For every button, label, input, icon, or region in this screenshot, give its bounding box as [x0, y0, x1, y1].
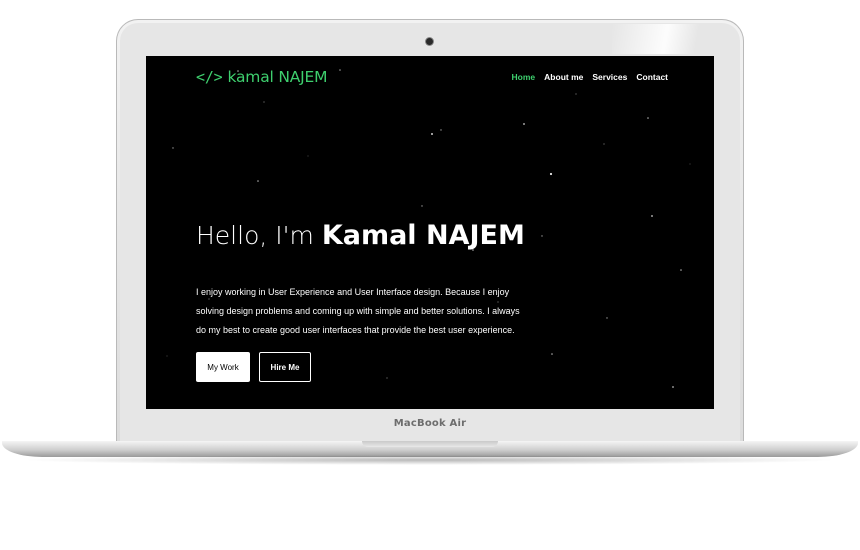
nav-item-contact[interactable]: Contact: [636, 72, 668, 82]
code-icon: </>: [196, 68, 223, 86]
screen-glare: [612, 24, 732, 54]
hero-name: Kamal NAJEM: [321, 220, 525, 251]
device-label: MacBook Air: [393, 418, 467, 429]
hero-title: Hello, I'm Kamal NAJEM: [196, 220, 525, 251]
nav-item-services[interactable]: Services: [592, 72, 627, 82]
hire-me-button[interactable]: Hire Me: [259, 352, 311, 382]
site-logo[interactable]: </> kamal NAJEM: [196, 68, 327, 86]
website-screen: </> kamal NAJEM Home About me Services C…: [146, 56, 714, 409]
nav-item-about[interactable]: About me: [544, 72, 583, 82]
hero-description: I enjoy working in User Experience and U…: [196, 287, 520, 335]
nav-item-home[interactable]: Home: [512, 72, 536, 82]
webcam-icon: [426, 38, 433, 45]
laptop-shadow: [20, 455, 840, 465]
hero-greeting: Hello, I'm: [196, 221, 314, 250]
main-nav: Home About me Services Contact: [512, 72, 668, 82]
my-work-button[interactable]: My Work: [196, 352, 250, 382]
laptop-base-notch: [362, 441, 498, 447]
logo-text: kamal NAJEM: [227, 68, 328, 86]
